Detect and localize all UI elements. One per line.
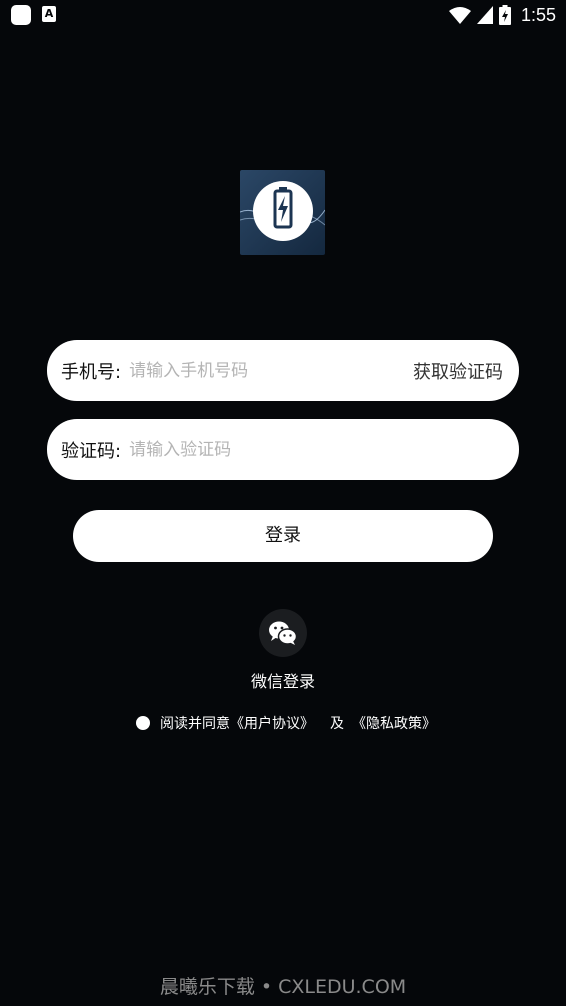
code-label: 验证码: [61, 440, 122, 462]
app-logo [240, 170, 325, 255]
privacy-policy-link[interactable]: 《隐私政策》 [352, 713, 436, 733]
notification-a-icon: A [42, 6, 56, 22]
status-bar: A 1:55 [0, 0, 566, 30]
wechat-login-button[interactable] [259, 609, 307, 657]
code-field: 验证码: [47, 419, 519, 480]
status-indicators: 1:55 [448, 3, 556, 27]
clock-time: 1:55 [520, 4, 556, 25]
get-code-button[interactable]: 获取验证码 [413, 358, 503, 384]
code-input[interactable] [129, 439, 519, 460]
phone-input[interactable] [129, 360, 413, 381]
cell-signal-icon [476, 6, 493, 24]
wechat-icon [269, 621, 298, 645]
wechat-login-label: 微信登录 [250, 672, 315, 691]
agreement-and: 及 [330, 716, 344, 732]
battery-logo-icon [240, 181, 325, 241]
phone-field: 手机号: 获取验证码 [47, 340, 519, 401]
phone-label: 手机号: [61, 361, 122, 383]
battery-icon [498, 5, 511, 25]
agreement-prefix: 阅读并同意 [160, 716, 230, 732]
wifi-icon [448, 7, 471, 24]
agreement-row: 阅读并同意 《用户协议》 及 《隐私政策》 [136, 713, 436, 733]
watermark-text: 晨曦乐下载 • CXLEDU.COM [159, 976, 407, 998]
user-agreement-link[interactable]: 《用户协议》 [230, 713, 314, 733]
login-button[interactable]: 登录 [73, 510, 493, 562]
agreement-radio[interactable] [136, 716, 150, 730]
notification-app-icon [11, 5, 31, 25]
